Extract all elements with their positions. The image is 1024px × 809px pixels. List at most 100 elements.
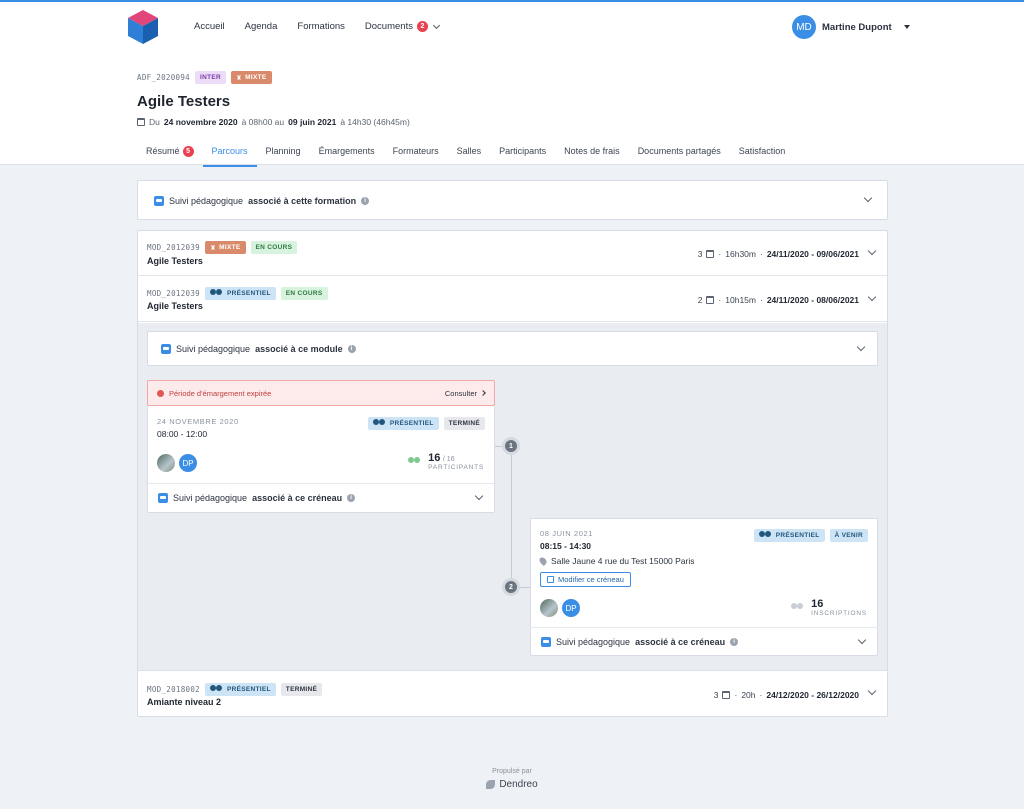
info-icon[interactable]: i xyxy=(347,494,356,502)
module-title: Agile Testers xyxy=(147,301,203,311)
location-pin-icon xyxy=(538,556,548,566)
tag-en-cours: EN COURS xyxy=(250,241,298,254)
calendar-icon xyxy=(137,118,145,126)
consult-link[interactable]: Consulter xyxy=(445,389,486,398)
tag-presentiel: PRÉSENTIEL xyxy=(753,529,825,542)
module-row[interactable]: MOD_2012039 PRÉSENTIEL EN COURS Agile Te… xyxy=(138,277,887,322)
tab-planning[interactable]: Planning xyxy=(257,140,310,167)
chevron-down-icon[interactable] xyxy=(867,246,877,256)
footer: Propulsé par Dendreo xyxy=(0,768,1024,790)
edit-icon xyxy=(547,576,554,583)
chevron-up-icon[interactable] xyxy=(867,292,877,302)
tab-resume[interactable]: Résumé 5 xyxy=(137,140,203,167)
slot-time: 08:00 - 12:00 xyxy=(157,429,208,439)
edit-slot-button[interactable]: Modifier ce créneau xyxy=(540,572,631,587)
tag-presentiel: PRÉSENTIEL xyxy=(204,683,276,696)
suivi-module-panel[interactable]: Suivi pédagogique associé à ce module i xyxy=(147,331,878,366)
slot-location: Salle Jaune 4 rue du Test 15000 Paris xyxy=(551,556,695,566)
separator: · xyxy=(759,690,763,700)
module-code: MOD_2012039 xyxy=(147,243,200,252)
module-title: Agile Testers xyxy=(147,256,203,266)
module-row[interactable]: MOD_2012039 ♜ MIXTE EN COURS Agile Tester… xyxy=(138,231,887,276)
suivi-formation-panel[interactable]: Suivi pédagogique associé à cette format… xyxy=(137,180,888,220)
brand-link[interactable]: Dendreo xyxy=(0,779,1024,790)
tab-notes-de-frais[interactable]: Notes de frais xyxy=(555,140,629,167)
tab-emargements[interactable]: Émargements xyxy=(310,140,384,167)
formation-code: ADF_2020094 xyxy=(137,73,190,82)
tab-participants[interactable]: Participants xyxy=(490,140,555,167)
tag-presentiel: PRÉSENTIEL xyxy=(204,287,276,300)
step-marker: 1 xyxy=(502,437,520,455)
info-icon[interactable]: i xyxy=(347,345,356,353)
chevron-down-icon[interactable] xyxy=(863,193,873,203)
suivi-icon xyxy=(541,637,551,647)
calendar-icon xyxy=(706,250,715,258)
tag-termine: TERMINÉ xyxy=(443,417,485,430)
separator: · xyxy=(718,295,722,305)
calendar-icon xyxy=(722,691,731,699)
slot-count: 3 xyxy=(713,690,719,700)
tag-mixte: ♜ MIXTE xyxy=(230,71,272,84)
trainer-avatar[interactable]: DP xyxy=(562,599,580,617)
slot-count: 3 xyxy=(697,249,703,259)
module-range: 24/11/2020 - 08/06/2021 xyxy=(766,295,859,305)
people-icon xyxy=(209,289,224,298)
documents-count-badge: 2 xyxy=(416,21,428,32)
info-icon[interactable]: i xyxy=(361,197,370,205)
resume-count-badge: 5 xyxy=(182,146,194,157)
inscriptions-icon xyxy=(791,603,805,612)
module-range: 24/12/2020 - 26/12/2020 xyxy=(766,690,859,700)
slot-date: 08 JUIN 2021 xyxy=(540,529,594,538)
module-code: MOD_2012039 xyxy=(147,289,200,298)
chevron-down-icon[interactable] xyxy=(857,635,867,645)
chevron-down-icon[interactable] xyxy=(867,686,877,696)
tab-satisfaction[interactable]: Satisfaction xyxy=(730,140,795,167)
formation-tabs: Résumé 5 Parcours Planning Émargements Fo… xyxy=(137,140,794,167)
tab-documents-partages[interactable]: Documents partagés xyxy=(629,140,730,167)
separator: · xyxy=(759,249,763,259)
app-logo[interactable] xyxy=(126,8,160,46)
people-icon xyxy=(372,419,387,428)
inscription-count: 16 xyxy=(811,598,824,610)
slot-card: 24 NOVEMBRE 2020 08:00 - 12:00 PRÉSENTIE… xyxy=(147,406,495,513)
slot-count: 2 xyxy=(697,295,703,305)
module-duration: 10h15m xyxy=(725,295,756,305)
chevron-down-icon[interactable] xyxy=(474,491,484,501)
suivi-slot-panel[interactable]: Suivi pédagogique associé à ce créneau i xyxy=(531,627,877,656)
nav-formations[interactable]: Formations xyxy=(297,21,345,32)
participants-caption: PARTICIPANTS xyxy=(428,464,484,471)
chevron-down-icon[interactable] xyxy=(856,342,866,352)
slot-date: 24 NOVEMBRE 2020 xyxy=(157,417,239,426)
tab-parcours[interactable]: Parcours xyxy=(202,140,257,167)
module-row[interactable]: MOD_2018002 PRÉSENTIEL TERMINÉ Amiante n… xyxy=(138,672,887,716)
nav-documents[interactable]: Documents 2 xyxy=(365,21,441,32)
tab-formateurs[interactable]: Formateurs xyxy=(384,140,448,167)
slot-time: 08:15 - 14:30 xyxy=(540,541,592,551)
tag-presentiel: PRÉSENTIEL xyxy=(367,417,439,430)
nav-agenda[interactable]: Agenda xyxy=(245,21,278,32)
tag-mixte: ♜ MIXTE xyxy=(204,241,246,254)
trophy-icon: ♜ xyxy=(209,244,217,252)
trophy-icon: ♜ xyxy=(235,74,243,82)
user-name: Martine Dupont xyxy=(822,21,892,33)
timeline-line xyxy=(511,447,512,588)
separator: · xyxy=(718,249,722,259)
module-range: 24/11/2020 - 09/06/2021 xyxy=(766,249,859,259)
trainer-avatar-photo[interactable] xyxy=(157,454,175,472)
suivi-slot-panel[interactable]: Suivi pédagogique associé à ce créneau i xyxy=(148,483,494,512)
user-avatar: MD xyxy=(792,15,816,39)
calendar-icon xyxy=(706,296,715,304)
nav-accueil[interactable]: Accueil xyxy=(194,21,225,32)
tag-termine: TERMINÉ xyxy=(280,683,323,696)
inscriptions-caption: INSCRIPTIONS xyxy=(811,610,867,617)
tab-salles[interactable]: Salles xyxy=(448,140,491,167)
user-menu[interactable]: MD Martine Dupont xyxy=(792,15,910,39)
suivi-icon xyxy=(161,344,171,354)
participant-count: 16 xyxy=(428,452,441,464)
info-icon[interactable]: i xyxy=(730,638,739,646)
trainer-avatar[interactable]: DP xyxy=(179,454,197,472)
module-title: Amiante niveau 2 xyxy=(147,697,222,707)
trainer-avatar-photo[interactable] xyxy=(540,599,558,617)
chevron-right-icon xyxy=(480,390,486,396)
dendreo-logo-icon xyxy=(486,780,496,789)
